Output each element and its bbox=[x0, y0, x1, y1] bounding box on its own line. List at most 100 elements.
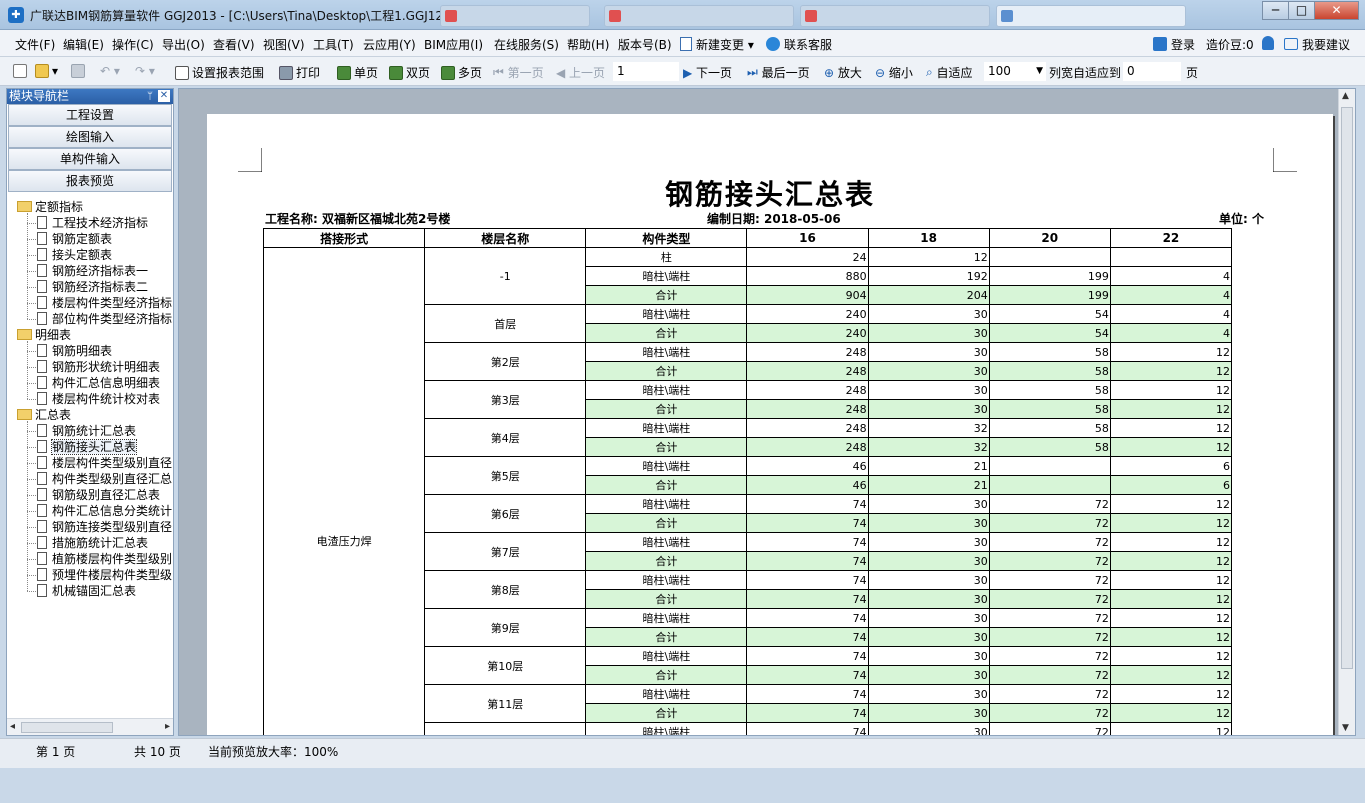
new-file-icon[interactable] bbox=[13, 64, 30, 78]
first-page-icon: ⏮ bbox=[493, 65, 508, 79]
tree-item[interactable]: 钢筋级别直径汇总表 bbox=[37, 487, 160, 503]
nav-single-component[interactable]: 单构件输入 bbox=[8, 148, 172, 170]
pin-icon[interactable]: ᛘ bbox=[147, 89, 153, 104]
tree-group[interactable]: 明细表 bbox=[17, 327, 71, 343]
tree-item[interactable]: 钢筋连接类型级别直径 bbox=[37, 519, 172, 535]
scroll-down-icon[interactable]: ▼ bbox=[1342, 723, 1349, 733]
tree-item[interactable]: 楼层构件类型经济指标 bbox=[37, 295, 172, 311]
page-number-input[interactable]: 1 bbox=[613, 62, 679, 81]
menu-version[interactable]: 版本号(B) bbox=[618, 36, 672, 53]
value-cell: 30 bbox=[867, 722, 990, 735]
open-folder-icon[interactable]: ▾ bbox=[35, 64, 58, 78]
undo-icon[interactable]: ↶ ▾ bbox=[100, 64, 120, 78]
login-button[interactable]: 登录 bbox=[1153, 36, 1195, 53]
tree-item[interactable]: 构件汇总信息分类统计 bbox=[37, 503, 172, 519]
menu-file[interactable]: 文件(F) bbox=[15, 36, 55, 53]
floor-cell: 第4层 bbox=[424, 418, 587, 457]
component-cell: 合计 bbox=[585, 323, 748, 343]
tree-item[interactable]: 钢筋形状统计明细表 bbox=[37, 359, 160, 375]
menu-operate[interactable]: 操作(C) bbox=[112, 36, 154, 53]
menu-cloud[interactable]: 云应用(Y) bbox=[363, 36, 416, 53]
menu-tools[interactable]: 工具(T) bbox=[313, 36, 354, 53]
scroll-left-icon[interactable]: ◂ bbox=[10, 721, 15, 732]
single-page-button[interactable]: 单页 bbox=[337, 64, 378, 81]
scroll-right-icon[interactable]: ▸ bbox=[165, 721, 170, 732]
last-page-button[interactable]: ⏭ 最后一页 bbox=[747, 64, 810, 81]
tree-item[interactable]: 楼层构件统计校对表 bbox=[37, 391, 160, 407]
menu-new-change[interactable]: 新建变更 ▾ bbox=[680, 36, 754, 53]
print-button[interactable]: 打印 bbox=[279, 64, 320, 81]
minimize-button[interactable]: ─ bbox=[1262, 1, 1289, 20]
nav-drawing-input[interactable]: 绘图输入 bbox=[8, 126, 172, 148]
next-page-button[interactable]: ▶ 下一页 bbox=[683, 64, 732, 81]
document-icon bbox=[680, 37, 692, 51]
tree-item[interactable]: 钢筋接头汇总表 bbox=[37, 439, 138, 455]
tree-item[interactable]: 钢筋定额表 bbox=[37, 231, 112, 247]
close-panel-icon[interactable]: ✕ bbox=[158, 90, 170, 102]
horizontal-scrollbar[interactable]: ◂ ▸ bbox=[7, 718, 173, 735]
component-cell: 合计 bbox=[585, 627, 748, 647]
column-fit-input[interactable]: 0 bbox=[1123, 62, 1181, 81]
nav-project-settings[interactable]: 工程设置 bbox=[8, 104, 172, 126]
menu-bim[interactable]: BIM应用(I) bbox=[424, 36, 483, 53]
bell-icon[interactable] bbox=[1262, 36, 1274, 53]
floor-cell: 第12层 bbox=[424, 722, 587, 735]
set-range-button[interactable]: 设置报表范围 bbox=[175, 64, 264, 81]
tree-item[interactable]: 钢筋统计汇总表 bbox=[37, 423, 136, 439]
tree-item[interactable]: 植筋楼层构件类型级别 bbox=[37, 551, 172, 567]
menu-online[interactable]: 在线服务(S) bbox=[494, 36, 559, 53]
maximize-button[interactable]: □ bbox=[1288, 1, 1315, 20]
app-icon[interactable]: ✚ bbox=[8, 7, 24, 23]
tree-item[interactable]: 预埋件楼层构件类型级 bbox=[37, 567, 172, 583]
tree-item[interactable]: 部位构件类型经济指标 bbox=[37, 311, 172, 327]
tree-connector bbox=[27, 319, 36, 320]
component-cell: 暗柱\端柱 bbox=[585, 722, 748, 735]
menu-support[interactable]: 联系客服 bbox=[766, 36, 832, 53]
zoom-out-button[interactable]: ⊖ 缩小 bbox=[875, 64, 913, 81]
menu-edit[interactable]: 编辑(E) bbox=[63, 36, 104, 53]
single-page-icon bbox=[337, 65, 351, 80]
tree-item[interactable]: 接头定额表 bbox=[37, 247, 112, 263]
user-icon bbox=[1153, 37, 1167, 51]
value-cell: 21 bbox=[867, 456, 990, 476]
vertical-scrollbar[interactable]: ▲ ▼ bbox=[1338, 89, 1355, 735]
report-viewer[interactable]: 钢筋接头汇总表 工程名称: 双福新区福城北苑2号楼 编制日期: 2018-05-… bbox=[178, 88, 1356, 736]
tree-item[interactable]: 构件汇总信息明细表 bbox=[37, 375, 160, 391]
tree-item[interactable]: 钢筋经济指标表二 bbox=[37, 279, 148, 295]
save-icon[interactable] bbox=[71, 64, 88, 78]
tree-item[interactable]: 机械锚固汇总表 bbox=[37, 583, 136, 599]
tree-item[interactable]: 钢筋明细表 bbox=[37, 343, 112, 359]
document-icon bbox=[37, 264, 47, 277]
close-button[interactable]: ✕ bbox=[1314, 1, 1359, 20]
tree-item[interactable]: 工程技术经济指标 bbox=[37, 215, 148, 231]
scroll-thumb[interactable] bbox=[21, 722, 113, 733]
first-page-button[interactable]: ⏮ 第一页 bbox=[493, 64, 544, 81]
menu-export[interactable]: 导出(O) bbox=[162, 36, 205, 53]
tree-item[interactable]: 钢筋经济指标表一 bbox=[37, 263, 148, 279]
zoom-select[interactable]: 100 ▼ bbox=[984, 62, 1046, 81]
tree-group[interactable]: 汇总表 bbox=[17, 407, 71, 423]
value-cell: 12 bbox=[1109, 627, 1233, 647]
fit-button[interactable]: ⌕ 自适应 bbox=[926, 64, 973, 81]
value-cell: 30 bbox=[867, 703, 990, 723]
tree-item[interactable]: 楼层构件类型级别直径 bbox=[37, 455, 172, 471]
menu-help[interactable]: 帮助(H) bbox=[567, 36, 609, 53]
header-d18: 18 bbox=[867, 228, 990, 248]
prev-page-button[interactable]: ◀ 上一页 bbox=[556, 64, 605, 81]
menu-view[interactable]: 查看(V) bbox=[213, 36, 255, 53]
tree-item[interactable]: 构件类型级别直径汇总 bbox=[37, 471, 172, 487]
value-cell: 30 bbox=[867, 380, 990, 400]
scroll-thumb[interactable] bbox=[1341, 107, 1353, 669]
zoom-in-button[interactable]: ⊕ 放大 bbox=[824, 64, 862, 81]
multi-page-button[interactable]: 多页 bbox=[441, 64, 482, 81]
menu-window[interactable]: 视图(V) bbox=[263, 36, 305, 53]
scroll-up-icon[interactable]: ▲ bbox=[1342, 91, 1349, 101]
component-cell: 暗柱\端柱 bbox=[585, 380, 748, 400]
redo-icon[interactable]: ↷ ▾ bbox=[135, 64, 155, 78]
nav-report-preview[interactable]: 报表预览 bbox=[8, 170, 172, 192]
feedback-button[interactable]: 我要建议 bbox=[1284, 36, 1350, 53]
floor-cell: -1 bbox=[424, 247, 587, 305]
value-cell: 74 bbox=[746, 703, 869, 723]
double-page-button[interactable]: 双页 bbox=[389, 64, 430, 81]
tree-item[interactable]: 措施筋统计汇总表 bbox=[37, 535, 148, 551]
